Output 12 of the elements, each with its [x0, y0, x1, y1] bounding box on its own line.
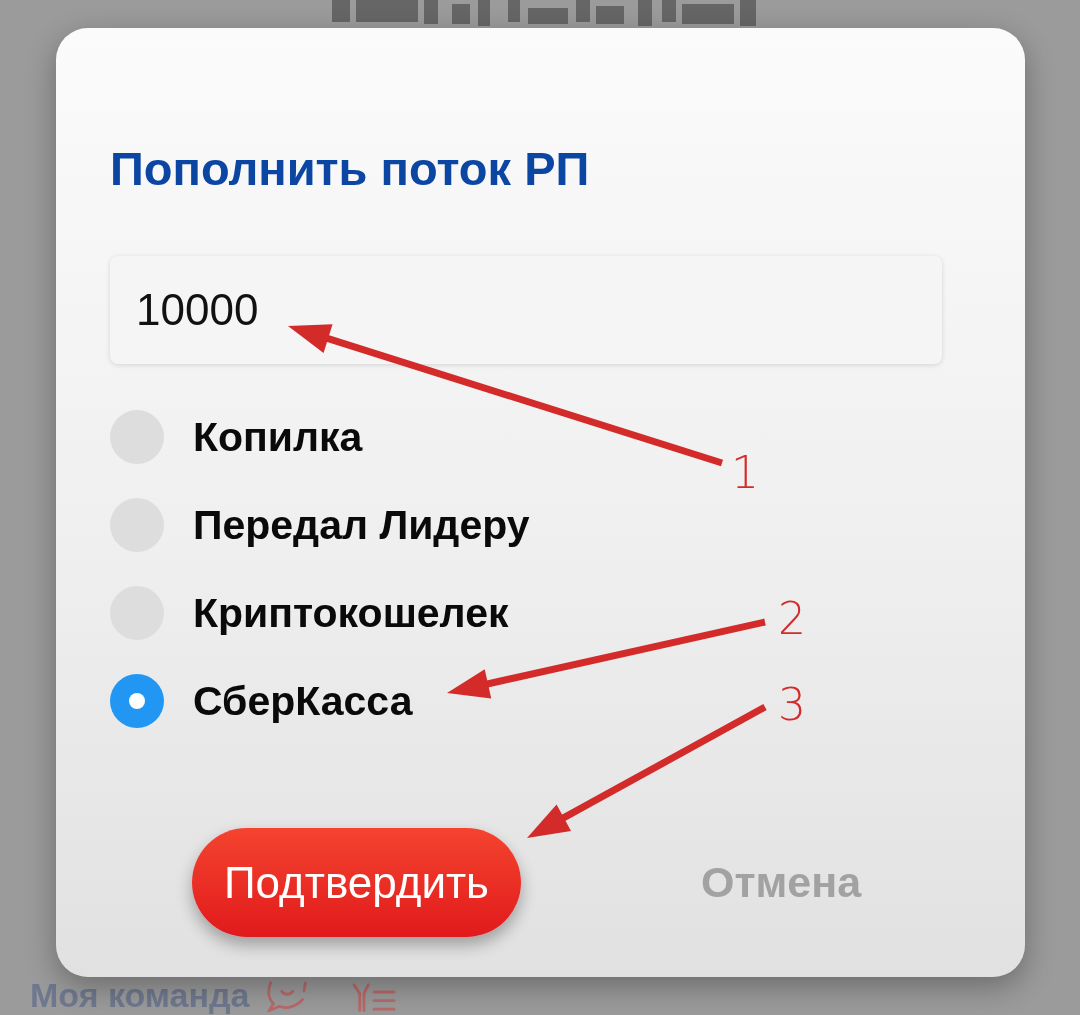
option-label: Криптокошелек: [193, 589, 509, 637]
dialog-title: Пополнить поток РП: [110, 142, 590, 196]
annotation-number: 1: [731, 446, 759, 498]
annotation-number: 3: [778, 678, 806, 730]
radio-button[interactable]: [110, 674, 164, 728]
option-label: Передал Лидеру: [193, 501, 530, 549]
option-label: Копилка: [193, 413, 363, 461]
filter-list-icon[interactable]: [351, 982, 398, 1012]
option-label: СберКасса: [193, 677, 413, 725]
confirm-button[interactable]: Подтвердить: [192, 828, 521, 937]
annotation-number: 2: [778, 592, 806, 644]
amount-field[interactable]: 10000: [110, 256, 942, 364]
